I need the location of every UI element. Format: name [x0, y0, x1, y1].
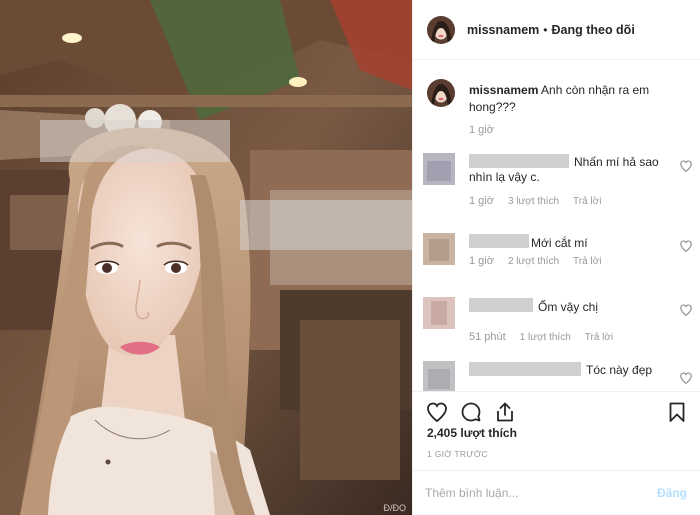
- add-comment-bar: Đăng: [413, 470, 700, 515]
- comment-avatar[interactable]: [423, 297, 455, 329]
- post-comment-button[interactable]: Đăng: [657, 486, 687, 500]
- caption-username-link[interactable]: missnamem: [469, 83, 538, 97]
- comment-likes-link[interactable]: 3 lượt thích: [508, 196, 559, 207]
- comment-username-blurred[interactable]: [469, 298, 533, 312]
- share-icon[interactable]: [493, 400, 517, 424]
- avatar[interactable]: [427, 15, 455, 44]
- heart-icon[interactable]: [679, 159, 693, 173]
- header-separator: •: [543, 22, 548, 37]
- comment-likes-link[interactable]: 1 lượt thích: [520, 332, 571, 343]
- reply-button[interactable]: Trả lời: [573, 256, 601, 267]
- avatar-image: [427, 15, 455, 44]
- heart-icon[interactable]: [679, 303, 693, 317]
- heart-icon[interactable]: [425, 400, 449, 424]
- caption-avatar[interactable]: [427, 79, 455, 107]
- comment-row: Nhấn mí hả sao nhìn lạ vậy c. 1 giờ 3 lượ…: [423, 153, 693, 207]
- post-photo[interactable]: Đ/ĐỌ: [0, 0, 412, 515]
- avatar-image: [427, 79, 455, 107]
- comment-timestamp[interactable]: 51 phút: [469, 331, 506, 343]
- selfie-image: [0, 0, 412, 515]
- comment-text: Mới cắt mí: [531, 236, 588, 250]
- comment-row: Mới cắt mí 1 giờ 2 lượt thích Trả lời: [423, 233, 693, 287]
- heart-icon[interactable]: [679, 371, 693, 385]
- comment-username-blurred[interactable]: [469, 234, 529, 248]
- comment-meta: 1 giờ 3 lượt thích Trả lời: [469, 195, 615, 207]
- reply-button[interactable]: Trả lời: [573, 196, 601, 207]
- comment-username-blurred[interactable]: [469, 362, 581, 376]
- bookmark-icon[interactable]: [665, 400, 689, 424]
- post-header: missnamem • Đang theo dõi: [413, 0, 700, 60]
- heart-icon[interactable]: [679, 239, 693, 253]
- comment-text: Tóc này đẹp: [586, 363, 653, 377]
- comment-timestamp[interactable]: 1 giờ: [469, 255, 494, 267]
- comment-icon[interactable]: [459, 400, 483, 424]
- comment-text: Ốm vậy chị: [538, 300, 599, 314]
- comment-timestamp[interactable]: 1 giờ: [469, 195, 494, 207]
- following-button[interactable]: Đang theo dõi: [551, 23, 634, 37]
- likes-count[interactable]: 2,405 lượt thích: [427, 426, 517, 440]
- header-username-link[interactable]: missnamem: [467, 23, 539, 37]
- caption-text: missnamem Anh còn nhận ra em hong???: [469, 82, 669, 116]
- comment-avatar[interactable]: [423, 233, 455, 265]
- reply-button[interactable]: Trả lời: [585, 332, 613, 343]
- caption-timestamp[interactable]: 1 giờ: [469, 124, 494, 136]
- photo-watermark: Đ/ĐỌ: [383, 503, 407, 513]
- comment-avatar[interactable]: [423, 153, 455, 185]
- comment-text: Nhấn mí hả sao nhìn lạ vậy c.: [469, 155, 659, 184]
- post-sidebar: missnamem • Đang theo dõi missnamem Anh …: [412, 0, 700, 515]
- comment-row: Tóc này đẹp: [423, 361, 693, 391]
- comment-avatar[interactable]: [423, 361, 455, 391]
- comment-row: Ốm vậy chị 51 phút 1 lượt thích Trả lời: [423, 297, 693, 351]
- post-timestamp[interactable]: 1 GIỜ TRƯỚC: [427, 449, 488, 459]
- comment-meta: 51 phút 1 lượt thích Trả lời: [469, 331, 627, 343]
- comments-list[interactable]: missnamem Anh còn nhận ra em hong??? 1 g…: [413, 61, 700, 391]
- comment-input[interactable]: [425, 483, 635, 503]
- comment-meta: 1 giờ 2 lượt thích Trả lời: [469, 255, 615, 267]
- comment-likes-link[interactable]: 2 lượt thích: [508, 256, 559, 267]
